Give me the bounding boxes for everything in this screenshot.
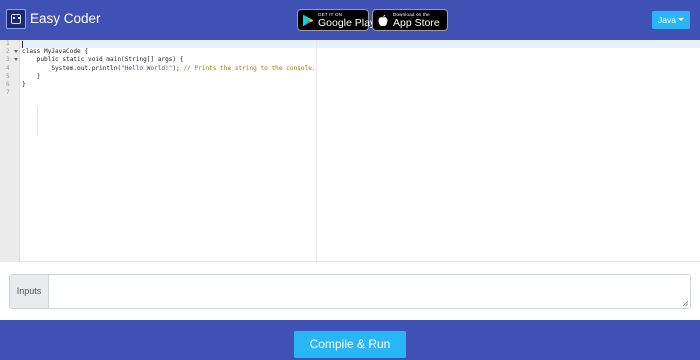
- compile-run-button[interactable]: Compile & Run: [294, 331, 406, 358]
- code-line[interactable]: }: [22, 72, 41, 81]
- line-number-text: 2: [6, 48, 10, 56]
- language-selected: Java: [658, 15, 676, 25]
- caret-down-icon: [678, 18, 684, 21]
- inputs-label: Inputs: [10, 275, 49, 308]
- bottom-bar: Compile & Run: [0, 320, 700, 360]
- inputs-group: Inputs: [9, 274, 691, 309]
- app-store-text: App Store: [393, 17, 440, 29]
- code-line[interactable]: }: [22, 81, 26, 89]
- line-number: 4: [0, 65, 19, 73]
- apple-icon: [378, 14, 388, 27]
- google-play-text: Google Play: [318, 17, 376, 29]
- resize-grip-icon[interactable]: [682, 300, 688, 306]
- line-number-text: 3: [6, 56, 10, 64]
- top-navbar: Easy Coder GET IT ON Google Play Downloa…: [0, 0, 700, 40]
- line-number-text: 4: [6, 64, 10, 72]
- code-line[interactable]: public static void main(String[] args) {: [22, 56, 184, 64]
- line-number-gutter: 1234567: [0, 40, 20, 262]
- line-number: 7: [0, 89, 19, 97]
- line-number-text: 5: [6, 72, 10, 80]
- code-token: }: [22, 81, 26, 88]
- line-number-text: 6: [6, 81, 10, 88]
- google-play-badge[interactable]: GET IT ON Google Play: [297, 9, 375, 31]
- line-number: 3: [0, 56, 19, 64]
- line-number-text: 1: [6, 40, 10, 47]
- print-margin: [316, 40, 317, 262]
- app-store-badge[interactable]: Download on the App Store: [372, 9, 448, 31]
- code-token: "Hello World!": [121, 64, 173, 72]
- language-dropdown[interactable]: Java: [652, 11, 690, 29]
- app-title[interactable]: Easy Coder: [30, 11, 101, 26]
- code-token: }: [22, 72, 41, 80]
- code-line[interactable]: System.out.println("Hello World!"); // P…: [22, 64, 316, 73]
- line-number: 6: [0, 81, 19, 89]
- indent-guide: [37, 106, 38, 136]
- code-editor[interactable]: 1234567 class MyJavaCode { public static…: [0, 40, 700, 262]
- code-line[interactable]: class MyJavaCode {: [22, 48, 88, 56]
- code-token: System.out.println(: [22, 64, 122, 72]
- google-play-icon: [303, 14, 314, 27]
- text-cursor: [22, 41, 23, 48]
- code-area[interactable]: class MyJavaCode { public static void ma…: [22, 40, 322, 262]
- line-number-text: 7: [6, 89, 10, 97]
- robot-face-icon: [6, 9, 26, 29]
- line-number: 5: [0, 73, 19, 81]
- code-token: );: [172, 64, 184, 72]
- line-number: 2: [0, 48, 19, 56]
- code-token: public static void main(String[] args) {: [22, 56, 184, 64]
- fold-arrow-icon[interactable]: [14, 50, 18, 54]
- fold-arrow-icon[interactable]: [14, 58, 18, 62]
- code-token: // Prints the string to the console.: [183, 64, 316, 72]
- line-number: 1: [0, 40, 19, 48]
- code-token: class MyJavaCode {: [22, 48, 89, 56]
- inputs-field[interactable]: [50, 275, 690, 308]
